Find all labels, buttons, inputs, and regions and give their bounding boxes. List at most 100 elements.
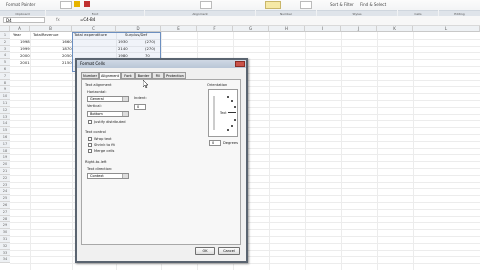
tab-font[interactable]: Font xyxy=(121,72,135,79)
cell-b5[interactable]: 2150 xyxy=(62,60,72,66)
row-header[interactable]: 28 xyxy=(0,215,10,223)
tab-border[interactable]: Border xyxy=(135,72,152,79)
style-neutral-swatch[interactable] xyxy=(265,1,281,9)
indent-spinner[interactable]: 0 xyxy=(134,104,146,110)
justify-distributed-checkbox[interactable] xyxy=(88,120,92,124)
row-header[interactable]: 26 xyxy=(0,202,10,209)
formula-input[interactable]: =C4-B4 xyxy=(80,17,95,22)
cell-b3[interactable]: 1870 xyxy=(62,46,72,52)
sort-filter-button[interactable]: Sort & Filter xyxy=(330,2,354,7)
name-box[interactable]: D4 xyxy=(3,17,45,23)
row-header[interactable]: 20 xyxy=(0,161,10,168)
dialog-title-bar[interactable]: Format Cells xyxy=(77,60,246,68)
orientation-tick xyxy=(231,125,233,127)
header-year[interactable]: Year xyxy=(13,32,21,38)
close-icon[interactable] xyxy=(235,61,245,67)
row-header[interactable]: 5 xyxy=(0,59,10,66)
column-header-f[interactable]: F xyxy=(197,26,233,32)
wrap-text-checkbox[interactable] xyxy=(88,137,92,141)
row-header[interactable]: 22 xyxy=(0,174,10,182)
tab-number[interactable]: Number xyxy=(81,72,99,79)
row-header[interactable]: 9 xyxy=(0,86,10,94)
cell-d3[interactable]: (270) xyxy=(145,46,155,52)
row-header[interactable]: 29 xyxy=(0,222,10,230)
merge-cells-checkbox[interactable] xyxy=(88,149,92,153)
font-bold-icon[interactable] xyxy=(60,1,72,9)
row-header[interactable]: 14 xyxy=(0,120,10,128)
row-header[interactable]: 19 xyxy=(0,154,10,162)
right-to-left-section-label: Right-to-left xyxy=(85,160,107,164)
ok-button[interactable]: OK xyxy=(195,247,215,255)
cell-a4[interactable]: 2000 xyxy=(20,53,30,59)
row-header[interactable]: 25 xyxy=(0,195,10,202)
horizontal-select[interactable]: General xyxy=(87,96,129,102)
row-header[interactable]: 12 xyxy=(0,106,10,114)
row-header[interactable]: 10 xyxy=(0,93,10,100)
row-header[interactable]: 15 xyxy=(0,127,10,134)
row-header[interactable]: 30 xyxy=(0,229,10,236)
orientation-pointer[interactable] xyxy=(228,112,236,113)
row-header[interactable]: 21 xyxy=(0,168,10,175)
degrees-spinner[interactable]: 0 xyxy=(209,140,221,146)
orientation-dial[interactable]: Text xyxy=(208,89,238,137)
row-header[interactable]: 2 xyxy=(0,38,10,46)
row-header[interactable]: 3 xyxy=(0,45,10,53)
cell-b4[interactable]: 2050 xyxy=(62,53,72,59)
header-surplus[interactable]: Surplus/Def xyxy=(125,32,147,38)
row-header[interactable]: 17 xyxy=(0,140,10,148)
orientation-tick xyxy=(227,129,229,131)
row-header[interactable]: 32 xyxy=(0,242,10,250)
row-header[interactable]: 7 xyxy=(0,72,10,80)
fill-color-icon[interactable] xyxy=(74,1,80,7)
cell-d2[interactable]: (270) xyxy=(145,39,155,45)
row-header[interactable]: 1 xyxy=(0,32,10,39)
ribbon-top-row: Format Painter Sort & Filter Find & Sele… xyxy=(0,0,480,10)
vertical-select[interactable]: Bottom xyxy=(87,111,129,117)
format-painter-button[interactable]: Format Painter xyxy=(6,2,35,7)
text-control-section-label: Text control xyxy=(85,130,106,134)
column-header-k[interactable]: K xyxy=(377,26,413,32)
font-color-icon[interactable] xyxy=(84,1,90,7)
cell-a2[interactable]: 1998 xyxy=(20,39,30,45)
tab-fill[interactable]: Fill xyxy=(152,72,164,79)
row-header[interactable]: 31 xyxy=(0,236,10,243)
tab-protection[interactable]: Protection xyxy=(164,72,186,79)
row-header[interactable]: 11 xyxy=(0,100,10,107)
cell-a5[interactable]: 2001 xyxy=(20,60,30,66)
cell-c2[interactable]: 1930 xyxy=(118,39,128,45)
column-header-i[interactable]: I xyxy=(305,26,341,32)
row-header[interactable]: 18 xyxy=(0,147,10,155)
header-total-revenue[interactable]: TotalRevenue xyxy=(33,32,58,38)
column-header-j[interactable]: J xyxy=(341,26,377,32)
find-select-button[interactable]: Find & Select xyxy=(360,2,386,7)
fx-icon[interactable]: fx xyxy=(56,17,60,22)
column-header-l[interactable]: L xyxy=(413,26,480,32)
format-icon[interactable] xyxy=(300,1,312,9)
row-header[interactable]: 24 xyxy=(0,188,10,196)
degrees-label: Degrees xyxy=(223,141,238,145)
vertical-label: Vertical: xyxy=(87,104,102,108)
row-header[interactable]: 33 xyxy=(0,249,10,257)
column-header-h[interactable]: H xyxy=(269,26,305,32)
row-header[interactable]: 34 xyxy=(0,256,10,264)
row-header[interactable]: 16 xyxy=(0,134,10,141)
row-gridline xyxy=(10,263,480,265)
merge-center-icon[interactable] xyxy=(200,1,212,9)
column-gridline xyxy=(377,32,378,270)
row-header[interactable]: 27 xyxy=(0,208,10,216)
shrink-to-fit-checkbox[interactable] xyxy=(88,143,92,147)
row-header[interactable]: 8 xyxy=(0,79,10,87)
cancel-button[interactable]: Cancel xyxy=(218,247,240,255)
cell-b2[interactable]: 1660 xyxy=(62,39,72,45)
row-header[interactable]: 23 xyxy=(0,181,10,189)
vertical-text-strip[interactable] xyxy=(213,96,215,130)
header-total-expenditure[interactable]: Total expenditure xyxy=(74,32,107,38)
row-header[interactable]: 4 xyxy=(0,52,10,60)
text-direction-select[interactable]: Context xyxy=(87,173,129,179)
column-header-g[interactable]: G xyxy=(233,26,269,32)
cell-a3[interactable]: 1999 xyxy=(20,46,30,52)
column-header-e[interactable]: E xyxy=(161,26,197,32)
row-header[interactable]: 13 xyxy=(0,113,10,121)
cell-c3[interactable]: 2140 xyxy=(118,46,128,52)
row-header[interactable]: 6 xyxy=(0,66,10,73)
